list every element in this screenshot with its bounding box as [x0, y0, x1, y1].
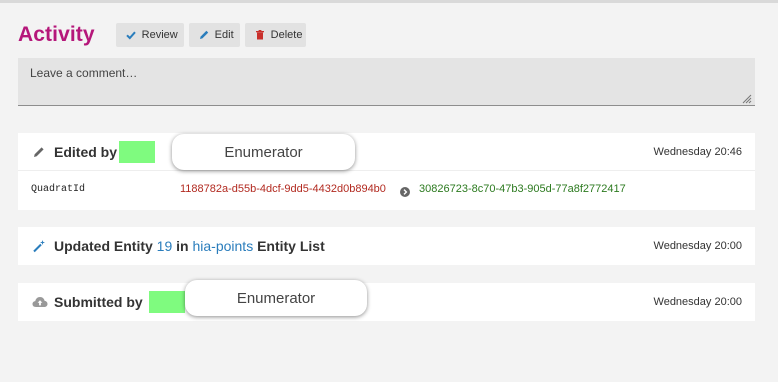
review-button-label: Review [141, 29, 178, 41]
arrow-right-icon [400, 184, 410, 197]
feed-item-title: Edited by [54, 144, 118, 160]
feed-item-title: Submitted by [54, 294, 143, 310]
field-name: QuadratId [31, 184, 86, 195]
review-button[interactable]: Review [115, 23, 184, 47]
cloud-upload-icon [32, 295, 48, 309]
title-in: in [176, 238, 189, 254]
entity-list-link[interactable]: hia-points [192, 238, 253, 254]
user-swatch [119, 141, 155, 163]
feed-item-header: Edited by Wednesday 20:46 [18, 133, 755, 171]
timestamp: Wednesday 20:00 [653, 240, 742, 252]
title-prefix: Updated Entity [54, 238, 153, 254]
feed-item-entity-update: Updated Entity 19 in hia-points Entity L… [18, 227, 755, 265]
comment-input[interactable] [18, 58, 755, 106]
magic-wand-icon [32, 239, 46, 253]
delete-button[interactable]: Delete [244, 23, 306, 47]
trash-icon [254, 29, 266, 41]
feed-item-edit: Edited by Wednesday 20:46 QuadratId 1188… [18, 133, 755, 210]
edit-button[interactable]: Edit [188, 23, 240, 47]
title-suffix: Entity List [257, 238, 325, 254]
old-value: 1188782a-d55b-4dcf-9dd5-4432d0b894b0 [180, 183, 386, 195]
timestamp: Wednesday 20:00 [653, 296, 742, 308]
user-label-tooltip: Enumerator [172, 134, 355, 170]
timestamp: Wednesday 20:46 [653, 146, 742, 158]
pencil-icon [32, 145, 46, 159]
field-change-row: QuadratId 1188782a-d55b-4dcf-9dd5-4432d0… [18, 171, 755, 209]
feed-item-header: Submitted by Wednesday 20:00 [18, 283, 755, 321]
checkmark-icon [125, 29, 137, 41]
pencil-icon [198, 29, 210, 41]
feed-item-submission: Submitted by Wednesday 20:00 [18, 283, 755, 321]
feed-item-title: Updated Entity 19 in hia-points Entity L… [54, 238, 325, 254]
user-label-tooltip: Enumerator [185, 280, 367, 316]
activity-header: Activity Review Edit Delete [18, 22, 311, 48]
delete-button-label: Delete [270, 29, 303, 41]
top-divider [0, 0, 778, 3]
page-title: Activity [18, 23, 95, 46]
user-swatch [149, 291, 185, 313]
resize-grip-icon[interactable] [740, 91, 752, 104]
edit-button-label: Edit [214, 29, 234, 41]
new-value: 30826723-8c70-47b3-905d-77a8f2772417 [419, 183, 626, 195]
feed-item-header: Updated Entity 19 in hia-points Entity L… [18, 227, 755, 265]
entity-link[interactable]: 19 [157, 238, 173, 254]
